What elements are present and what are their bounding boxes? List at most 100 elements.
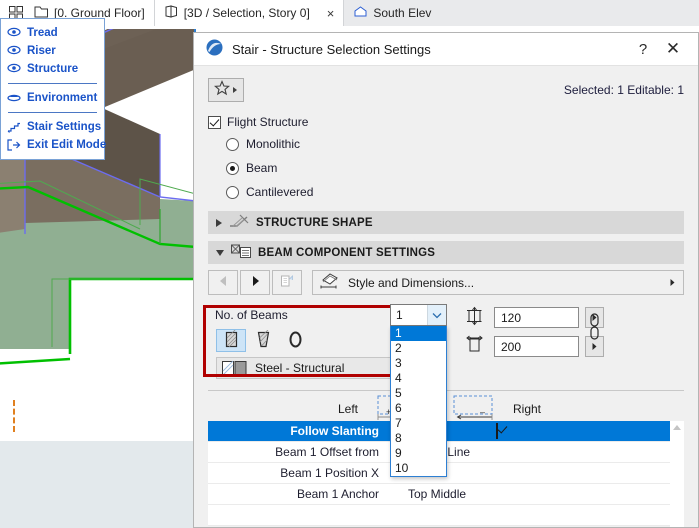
dropdown-option[interactable]: 2 xyxy=(391,341,446,356)
dialog-title: Stair - Structure Selection Settings xyxy=(232,41,431,57)
table-scrollbar[interactable] xyxy=(670,421,684,527)
radio-cantilevered[interactable]: Cantilevered xyxy=(226,180,684,204)
row-label: Beam 1 Offset from xyxy=(275,445,379,459)
radio-cantilevered-label: Cantilevered xyxy=(246,185,314,199)
sidebar-item-label: Tread xyxy=(27,27,58,39)
sidebar-item-riser[interactable]: Riser xyxy=(1,42,104,60)
viewport-tab-marker[interactable] xyxy=(0,400,15,432)
dropdown-option[interactable]: 6 xyxy=(391,401,446,416)
nav-forward-button[interactable] xyxy=(240,270,270,295)
tab-south-elevation[interactable]: South Elev xyxy=(344,0,441,26)
no-of-beams-dropdown-list[interactable]: 1 2 3 4 5 6 7 8 9 10 xyxy=(390,326,447,477)
environment-icon xyxy=(7,92,21,104)
tab-label: [3D / Selection, Story 0] xyxy=(183,6,310,20)
sidebar-item-structure[interactable]: Structure xyxy=(1,60,104,78)
close-icon[interactable]: ✕ xyxy=(658,39,688,59)
link-dimensions-button[interactable] xyxy=(588,312,601,345)
favorites-row: Selected: 1 Editable: 1 xyxy=(194,73,698,106)
beam-width-input[interactable]: 200 xyxy=(494,336,579,357)
viewport-bottom-panel xyxy=(0,441,196,528)
section-label: BEAM COMPONENT SETTINGS xyxy=(258,246,436,259)
no-of-beams-value: 1 xyxy=(396,308,403,322)
sidebar-item-exit-edit-mode[interactable]: Exit Edit Mode xyxy=(1,136,107,154)
row-label: Beam 1 Anchor xyxy=(296,487,379,501)
style-dimensions-icon xyxy=(320,273,340,292)
eye-icon xyxy=(7,45,21,57)
dropdown-option[interactable]: 4 xyxy=(391,371,446,386)
dropdown-option[interactable]: 7 xyxy=(391,416,446,431)
sidebar-item-tread[interactable]: Tread xyxy=(1,24,104,42)
flight-structure-checkbox-row[interactable]: Flight Structure xyxy=(208,112,684,132)
beam-height-icon xyxy=(466,306,488,329)
chevron-right-icon xyxy=(669,276,676,290)
radio-monolithic-button[interactable] xyxy=(226,137,239,151)
copy-settings-button[interactable] xyxy=(272,270,302,295)
radio-monolithic[interactable]: Monolithic xyxy=(226,132,684,156)
divider xyxy=(8,83,97,84)
material-swatch-icon xyxy=(222,360,248,376)
row-label: Follow Slanting xyxy=(290,424,379,438)
trapezoid-section-button[interactable] xyxy=(248,329,278,352)
section-label: STRUCTURE SHAPE xyxy=(256,216,373,229)
stair-edit-palette: Tread Riser Structure Environment Stair … xyxy=(0,18,107,160)
component-nav-row: Style and Dimensions... xyxy=(208,270,684,295)
chevron-right-icon xyxy=(232,83,238,97)
rect-section-icon xyxy=(223,328,240,352)
chevron-right-icon xyxy=(216,218,222,227)
follow-slanting-checkbox[interactable] xyxy=(496,423,498,439)
beam-material-label: Steel - Structural xyxy=(255,361,345,375)
dialog-body: Flight Structure Monolithic Beam Cantile… xyxy=(194,112,698,527)
dropdown-option[interactable]: 9 xyxy=(391,446,446,461)
help-icon[interactable]: ? xyxy=(628,41,658,58)
row-value[interactable]: Top Middle xyxy=(388,487,670,501)
dropdown-option[interactable]: 1 xyxy=(391,326,446,341)
tab-close-icon[interactable]: × xyxy=(327,7,335,20)
beam-height-input[interactable]: 120 xyxy=(494,307,579,328)
dropdown-option[interactable]: 3 xyxy=(391,356,446,371)
beam-width-row: 200 xyxy=(466,335,604,358)
circle-section-button[interactable] xyxy=(280,329,310,352)
radio-beam-button[interactable] xyxy=(226,161,239,175)
section-structure-shape[interactable]: STRUCTURE SHAPE xyxy=(208,211,684,234)
flight-structure-checkbox[interactable] xyxy=(208,115,221,129)
tab-3d-selection[interactable]: [3D / Selection, Story 0] × xyxy=(154,0,345,26)
sidebar-item-environment[interactable]: Environment xyxy=(1,89,104,107)
radio-monolithic-label: Monolithic xyxy=(246,137,301,151)
beam-settings-row: No. of Beams Steel - Structural 1 1 2 3 … xyxy=(208,304,684,477)
beam-dimension-fields: 120 200 xyxy=(466,306,604,364)
tab-label: South Elev xyxy=(373,6,432,20)
dropdown-option[interactable]: 5 xyxy=(391,386,446,401)
chevron-up-icon[interactable] xyxy=(673,425,681,430)
style-and-dimensions-button[interactable]: Style and Dimensions... xyxy=(312,270,684,295)
dropdown-option[interactable]: 10 xyxy=(391,461,446,476)
favorites-button[interactable] xyxy=(208,77,244,102)
elevation-icon xyxy=(353,4,368,22)
app-root: [0. Ground Floor] [3D / Selection, Story… xyxy=(0,0,699,528)
dropdown-option[interactable]: 8 xyxy=(391,431,446,446)
sidebar-item-label: Stair Settings xyxy=(27,121,102,133)
beam-component-icon xyxy=(231,244,251,262)
dialog-title-bar[interactable]: Stair - Structure Selection Settings ? ✕ xyxy=(194,33,698,66)
row-label: Beam 1 Position X xyxy=(280,466,379,480)
eye-icon xyxy=(7,63,21,75)
column-header-right: Right xyxy=(513,402,542,416)
chevron-down-icon[interactable] xyxy=(427,305,446,325)
stair-settings-icon xyxy=(7,121,21,133)
table-row-empty xyxy=(208,505,670,526)
beam-height-row: 120 xyxy=(466,306,604,329)
radio-cantilevered-button[interactable] xyxy=(226,185,239,199)
rect-section-button[interactable] xyxy=(216,328,246,352)
no-of-beams-combo[interactable]: 1 xyxy=(390,304,447,326)
beam-width-icon xyxy=(466,335,488,358)
exit-icon xyxy=(7,139,21,151)
flight-structure-label: Flight Structure xyxy=(227,115,309,129)
sidebar-item-label: Exit Edit Mode xyxy=(27,139,107,151)
arrow-left-icon xyxy=(218,275,229,290)
table-row[interactable]: Beam 1 Anchor Top Middle xyxy=(208,484,670,505)
section-beam-component-settings[interactable]: BEAM COMPONENT SETTINGS xyxy=(208,241,684,264)
nav-back-button[interactable] xyxy=(208,270,238,295)
chevron-down-icon xyxy=(216,249,224,256)
sidebar-item-stair-settings[interactable]: Stair Settings xyxy=(1,118,104,136)
radio-beam[interactable]: Beam xyxy=(226,156,684,180)
radio-beam-label: Beam xyxy=(246,161,278,175)
